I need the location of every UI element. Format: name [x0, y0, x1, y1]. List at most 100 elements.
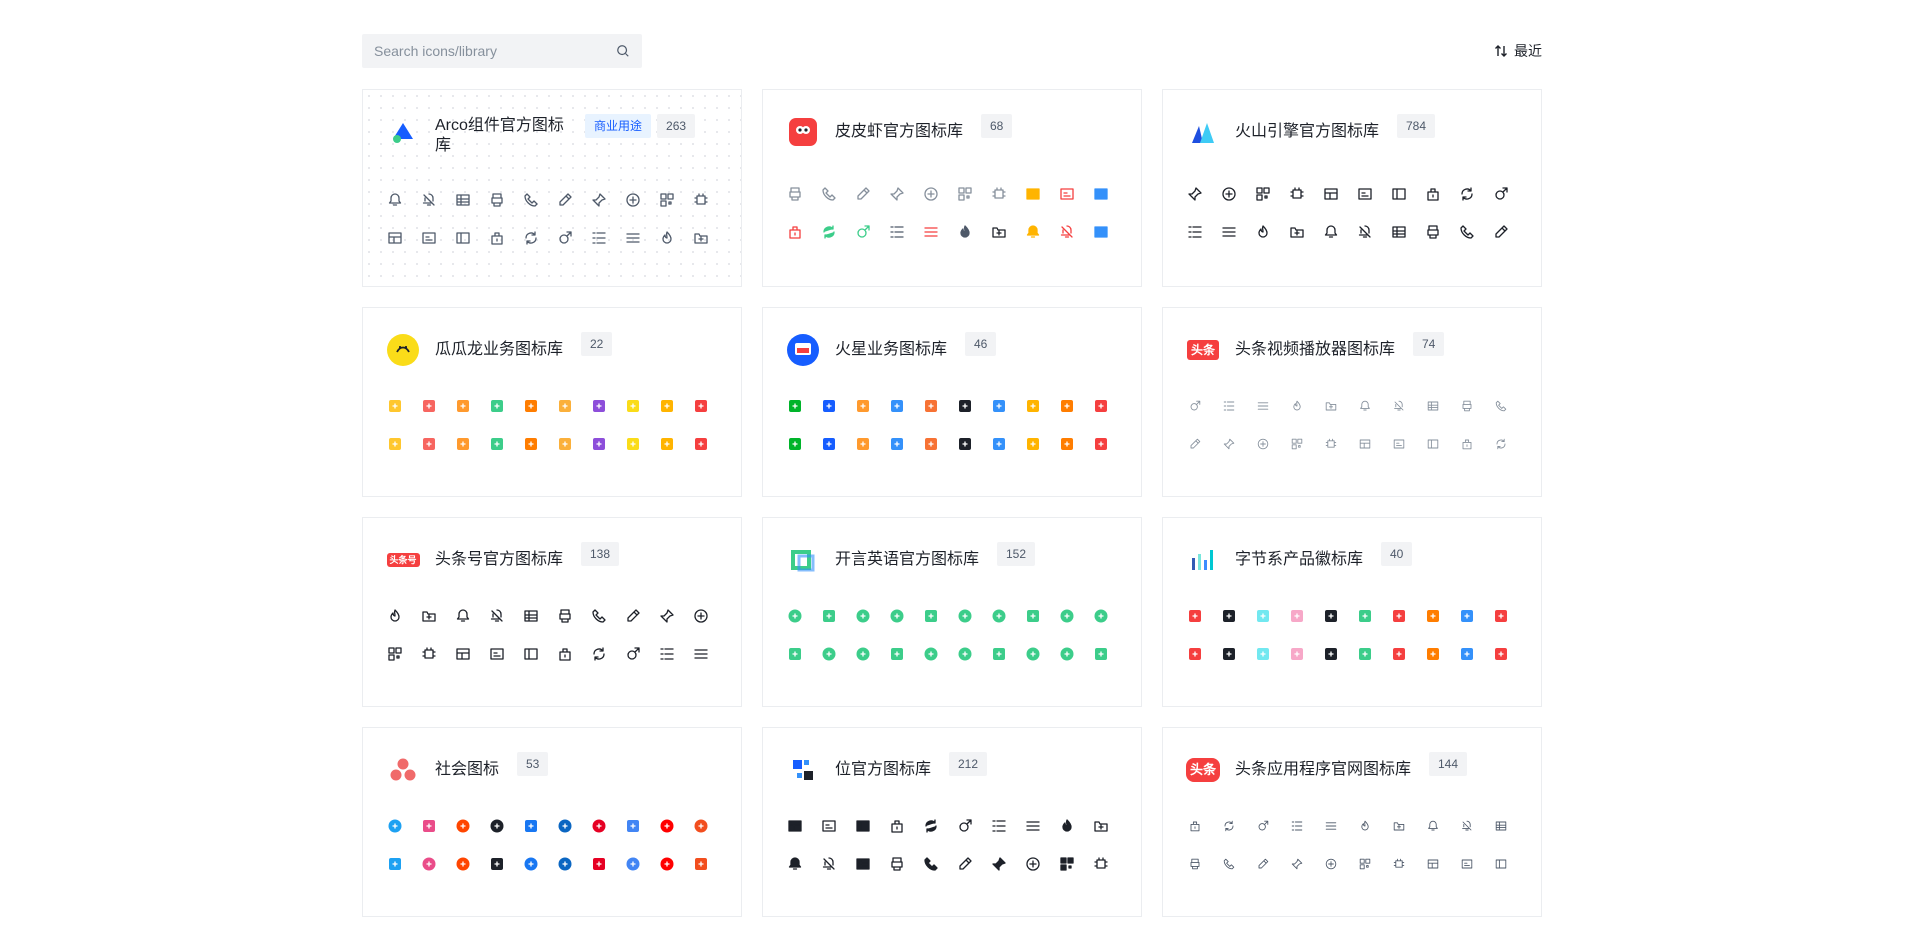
preview-icon[interactable] [821, 608, 837, 624]
preview-icon[interactable] [1025, 436, 1041, 452]
preview-icon[interactable] [557, 818, 573, 834]
preview-icon[interactable] [1093, 186, 1109, 202]
preview-icon[interactable] [1425, 646, 1441, 662]
preview-icon[interactable] [821, 646, 837, 662]
preview-icon[interactable] [1257, 820, 1270, 833]
preview-icon[interactable] [659, 398, 675, 414]
preview-icon[interactable] [659, 608, 675, 624]
preview-icon[interactable] [957, 818, 973, 834]
preview-icon[interactable] [821, 186, 837, 202]
preview-icon[interactable] [693, 230, 709, 246]
preview-icon[interactable] [1187, 224, 1203, 240]
preview-icon[interactable] [1461, 438, 1474, 451]
preview-icon[interactable] [889, 398, 905, 414]
preview-icon[interactable] [1495, 820, 1508, 833]
preview-icon[interactable] [991, 856, 1007, 872]
preview-icon[interactable] [1393, 820, 1406, 833]
preview-icon[interactable] [787, 646, 803, 662]
preview-icon[interactable] [1257, 858, 1270, 871]
preview-icon[interactable] [659, 646, 675, 662]
preview-icon[interactable] [991, 818, 1007, 834]
preview-icon[interactable] [1323, 224, 1339, 240]
preview-icon[interactable] [1059, 436, 1075, 452]
preview-icon[interactable] [591, 230, 607, 246]
preview-icon[interactable] [455, 608, 471, 624]
preview-icon[interactable] [1025, 224, 1041, 240]
preview-icon[interactable] [591, 856, 607, 872]
preview-icon[interactable] [455, 436, 471, 452]
preview-icon[interactable] [1059, 818, 1075, 834]
preview-icon[interactable] [1459, 608, 1475, 624]
preview-icon[interactable] [855, 398, 871, 414]
preview-icon[interactable] [693, 818, 709, 834]
preview-icon[interactable] [489, 230, 505, 246]
library-card[interactable]: 头条 头条应用程序官网图标库 144 [1162, 727, 1542, 917]
preview-icon[interactable] [625, 818, 641, 834]
preview-icon[interactable] [787, 224, 803, 240]
preview-icon[interactable] [387, 398, 403, 414]
preview-icon[interactable] [923, 856, 939, 872]
preview-icon[interactable] [1093, 818, 1109, 834]
preview-icon[interactable] [1425, 608, 1441, 624]
preview-icon[interactable] [821, 436, 837, 452]
preview-icon[interactable] [1493, 608, 1509, 624]
preview-icon[interactable] [421, 856, 437, 872]
preview-icon[interactable] [855, 186, 871, 202]
library-card[interactable]: 头条号 头条号官方图标库 138 [362, 517, 742, 707]
preview-icon[interactable] [1325, 400, 1338, 413]
preview-icon[interactable] [1025, 818, 1041, 834]
preview-icon[interactable] [1289, 186, 1305, 202]
preview-icon[interactable] [923, 646, 939, 662]
preview-icon[interactable] [557, 436, 573, 452]
preview-icon[interactable] [1459, 646, 1475, 662]
preview-icon[interactable] [1221, 608, 1237, 624]
preview-icon[interactable] [421, 646, 437, 662]
preview-icon[interactable] [421, 818, 437, 834]
preview-icon[interactable] [421, 192, 437, 208]
preview-icon[interactable] [991, 646, 1007, 662]
preview-icon[interactable] [625, 230, 641, 246]
preview-icon[interactable] [889, 186, 905, 202]
preview-icon[interactable] [957, 856, 973, 872]
preview-icon[interactable] [659, 856, 675, 872]
library-card[interactable]: 火星业务图标库 46 [762, 307, 1142, 497]
preview-icon[interactable] [923, 186, 939, 202]
preview-icon[interactable] [1323, 646, 1339, 662]
preview-icon[interactable] [1427, 438, 1440, 451]
preview-icon[interactable] [489, 856, 505, 872]
preview-icon[interactable] [1359, 820, 1372, 833]
library-title[interactable]: 开言英语官方图标库 [835, 550, 979, 570]
preview-icon[interactable] [455, 646, 471, 662]
preview-icon[interactable] [455, 192, 471, 208]
library-card[interactable]: 位官方图标库 212 [762, 727, 1142, 917]
preview-icon[interactable] [889, 818, 905, 834]
preview-icon[interactable] [1461, 820, 1474, 833]
preview-icon[interactable] [625, 436, 641, 452]
library-title[interactable]: 瓜瓜龙业务图标库 [435, 340, 563, 360]
library-card[interactable]: 字节系产品徽标库 40 [1162, 517, 1542, 707]
preview-icon[interactable] [455, 818, 471, 834]
preview-icon[interactable] [1357, 646, 1373, 662]
preview-icon[interactable] [1025, 856, 1041, 872]
preview-icon[interactable] [1255, 224, 1271, 240]
preview-icon[interactable] [889, 608, 905, 624]
preview-icon[interactable] [625, 192, 641, 208]
library-title[interactable]: 火山引擎官方图标库 [1235, 122, 1379, 142]
preview-icon[interactable] [659, 230, 675, 246]
preview-icon[interactable] [1221, 186, 1237, 202]
preview-icon[interactable] [387, 230, 403, 246]
library-title[interactable]: 社会图标 [435, 760, 499, 780]
preview-icon[interactable] [787, 436, 803, 452]
preview-icon[interactable] [591, 608, 607, 624]
preview-icon[interactable] [1391, 608, 1407, 624]
preview-icon[interactable] [889, 436, 905, 452]
preview-icon[interactable] [1359, 858, 1372, 871]
preview-icon[interactable] [1255, 608, 1271, 624]
preview-icon[interactable] [421, 436, 437, 452]
preview-icon[interactable] [889, 856, 905, 872]
preview-icon[interactable] [1187, 186, 1203, 202]
preview-icon[interactable] [557, 230, 573, 246]
preview-icon[interactable] [1459, 224, 1475, 240]
preview-icon[interactable] [855, 856, 871, 872]
preview-icon[interactable] [557, 646, 573, 662]
